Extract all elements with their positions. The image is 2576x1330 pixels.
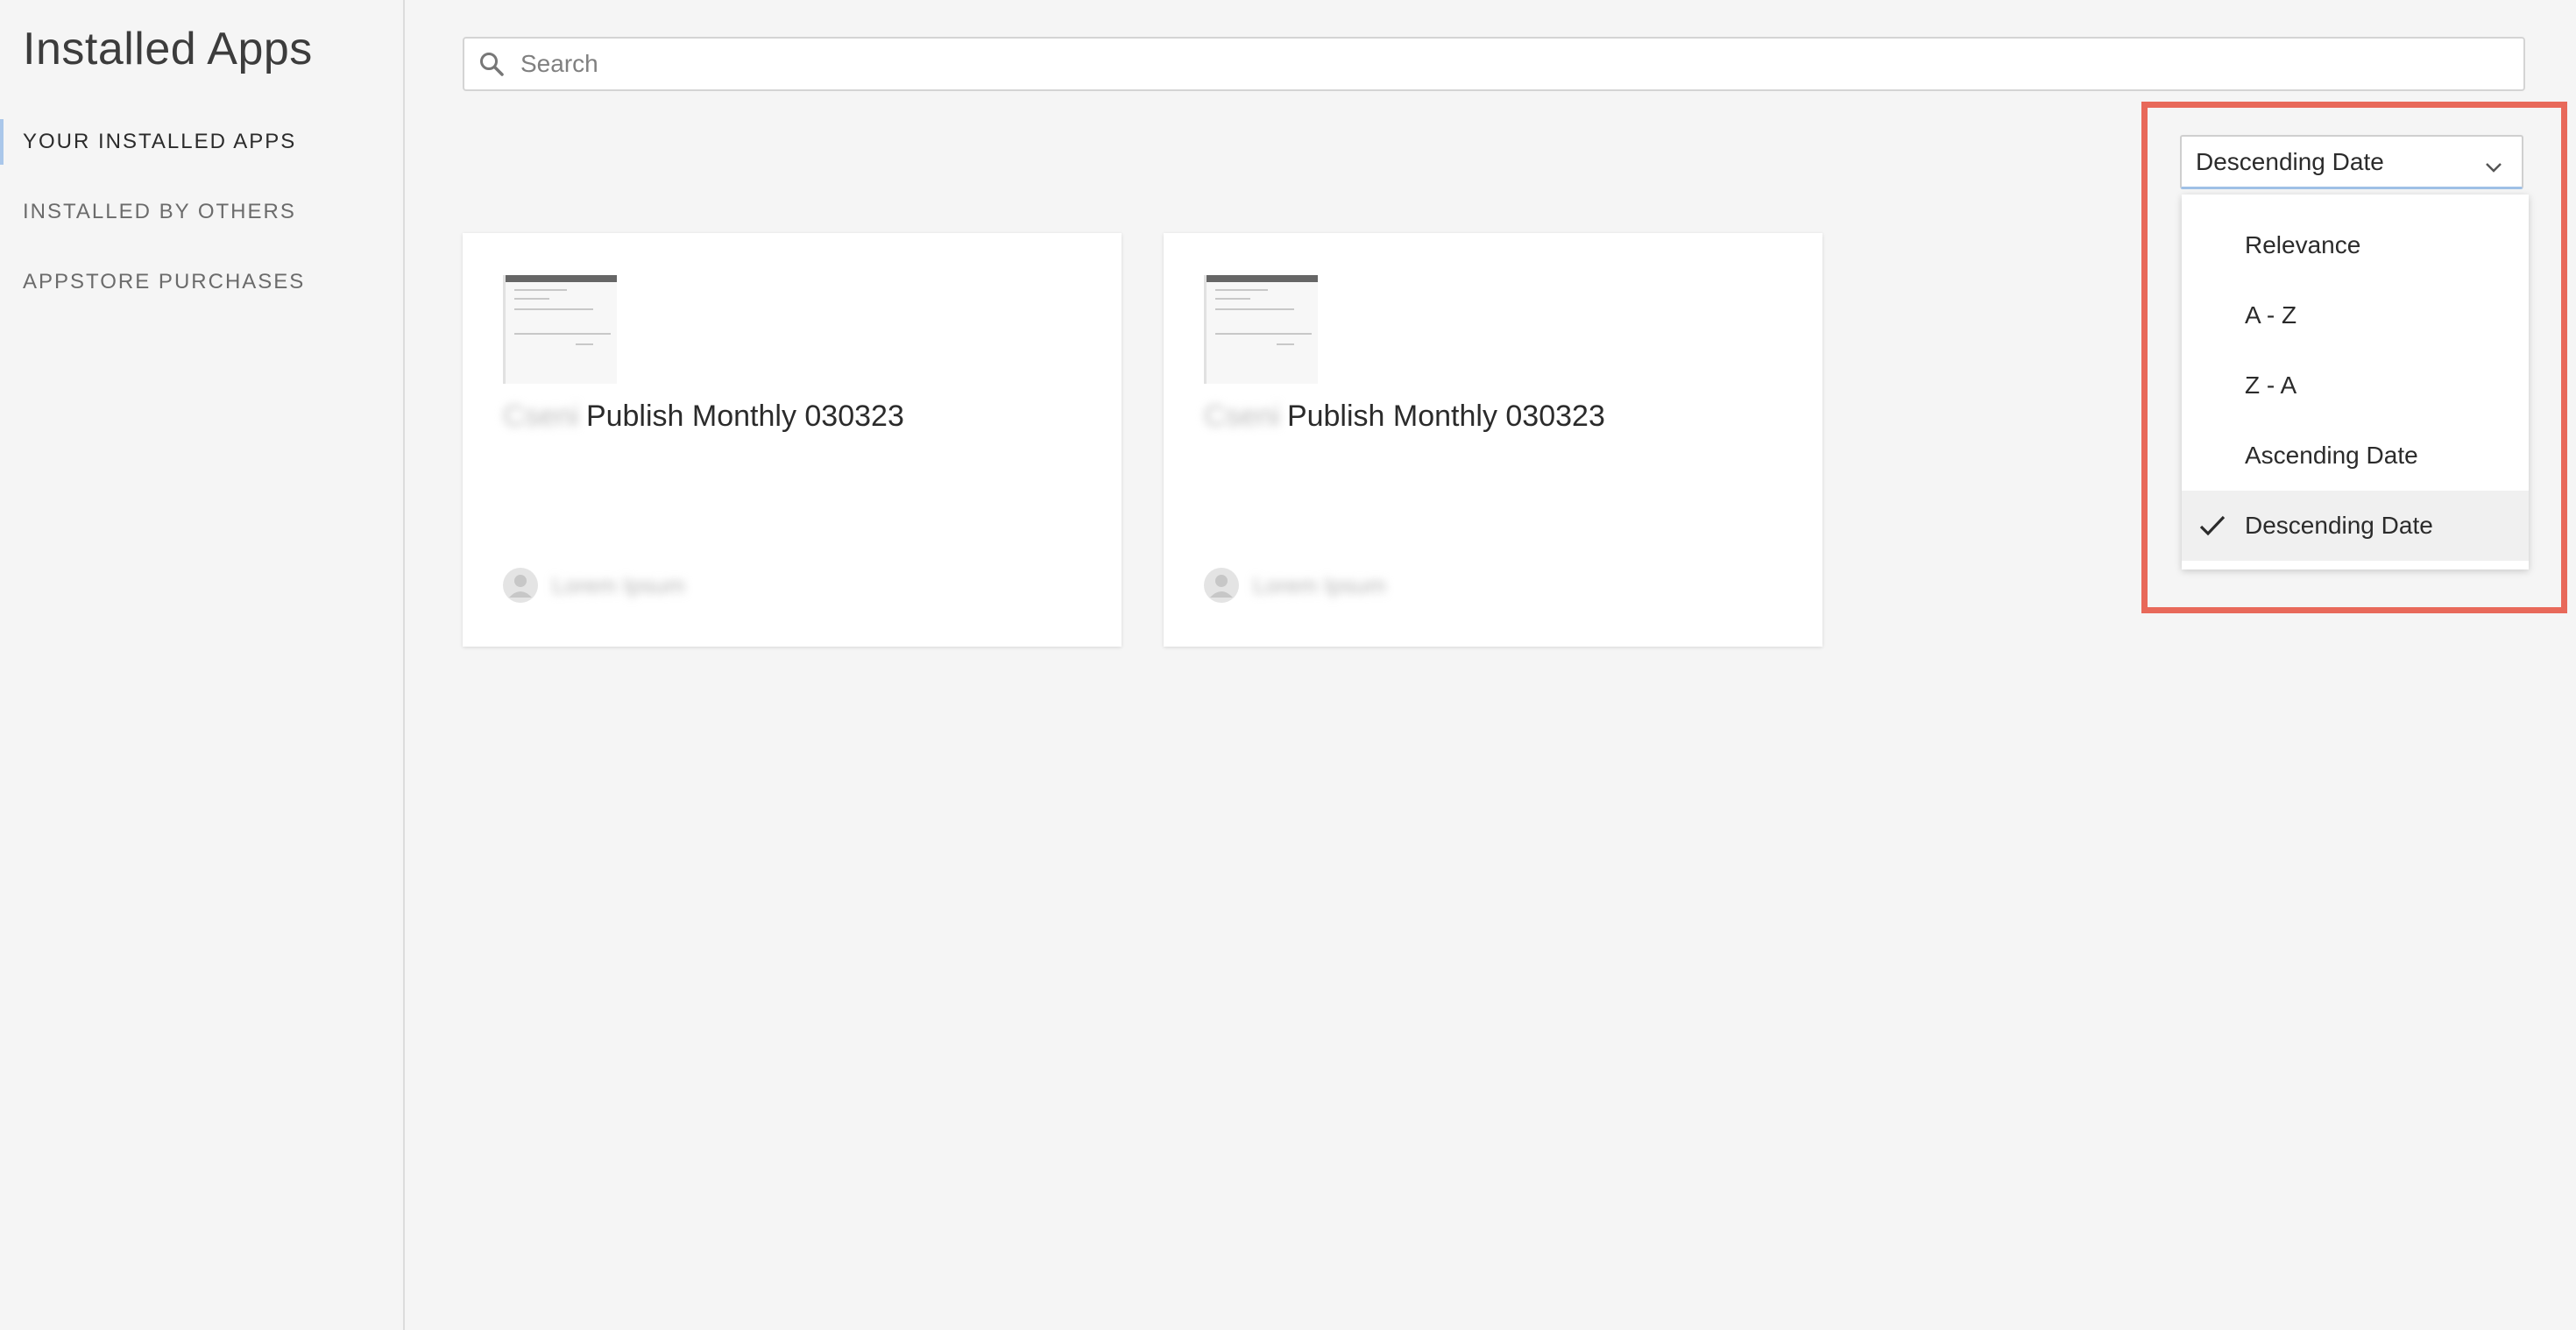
app-title-prefix: Cseni bbox=[503, 400, 579, 433]
avatar-icon bbox=[503, 568, 538, 603]
sort-option-relevance[interactable]: Relevance bbox=[2182, 210, 2529, 280]
app-title-text: Publish Monthly 030323 bbox=[1286, 400, 1605, 433]
sort-option-label: Z - A bbox=[2245, 371, 2297, 399]
app-author: Lorem Ipsum bbox=[1204, 568, 1386, 603]
app-card[interactable]: Cseni Publish Monthly 030323 Lorem Ipsum bbox=[463, 233, 1122, 647]
app-thumbnail bbox=[503, 275, 617, 384]
sidebar: Installed Apps YOUR INSTALLED APPS INSTA… bbox=[0, 0, 405, 1330]
check-icon bbox=[2197, 513, 2227, 538]
avatar-icon bbox=[1204, 568, 1239, 603]
sort-option-ascending-date[interactable]: Ascending Date bbox=[2182, 421, 2529, 491]
sort-menu: Relevance A - Z Z - A Ascending Date Des… bbox=[2182, 195, 2529, 569]
search-box[interactable] bbox=[463, 37, 2525, 91]
sort-option-label: Ascending Date bbox=[2245, 442, 2418, 469]
sort-option-label: Descending Date bbox=[2245, 512, 2433, 539]
app-title: Cseni Publish Monthly 030323 bbox=[1204, 400, 1605, 434]
app-thumbnail bbox=[1204, 275, 1318, 384]
search-icon bbox=[464, 39, 519, 89]
sort-option-label: A - Z bbox=[2245, 301, 2297, 329]
sort-select[interactable]: Descending Date bbox=[2180, 135, 2523, 189]
sort-selected-value: Descending Date bbox=[2196, 147, 2384, 175]
sidebar-item-your-installed-apps[interactable]: YOUR INSTALLED APPS bbox=[0, 119, 403, 165]
sidebar-nav: YOUR INSTALLED APPS INSTALLED BY OTHERS … bbox=[0, 119, 403, 329]
app-title-prefix: Cseni bbox=[1204, 400, 1280, 433]
search-input[interactable] bbox=[519, 39, 2508, 88]
sidebar-item-label: APPSTORE PURCHASES bbox=[23, 270, 306, 294]
author-name: Lorem Ipsum bbox=[552, 571, 685, 598]
sort-option-a-z[interactable]: A - Z bbox=[2182, 280, 2529, 350]
author-name: Lorem Ipsum bbox=[1253, 571, 1386, 598]
app-title-text: Publish Monthly 030323 bbox=[585, 400, 904, 433]
sidebar-item-label: YOUR INSTALLED APPS bbox=[23, 130, 297, 153]
sidebar-item-appstore-purchases[interactable]: APPSTORE PURCHASES bbox=[0, 259, 403, 305]
sort-option-descending-date[interactable]: Descending Date bbox=[2182, 491, 2529, 561]
page-title: Installed Apps bbox=[23, 24, 313, 74]
sidebar-item-installed-by-others[interactable]: INSTALLED BY OTHERS bbox=[0, 189, 403, 235]
sort-option-label: Relevance bbox=[2245, 231, 2361, 258]
app-card[interactable]: Cseni Publish Monthly 030323 Lorem Ipsum bbox=[1164, 233, 1822, 647]
sidebar-item-label: INSTALLED BY OTHERS bbox=[23, 200, 296, 223]
app-author: Lorem Ipsum bbox=[503, 568, 685, 603]
app-title: Cseni Publish Monthly 030323 bbox=[503, 400, 904, 434]
sort-option-z-a[interactable]: Z - A bbox=[2182, 350, 2529, 421]
chevron-down-icon bbox=[2483, 154, 2504, 173]
